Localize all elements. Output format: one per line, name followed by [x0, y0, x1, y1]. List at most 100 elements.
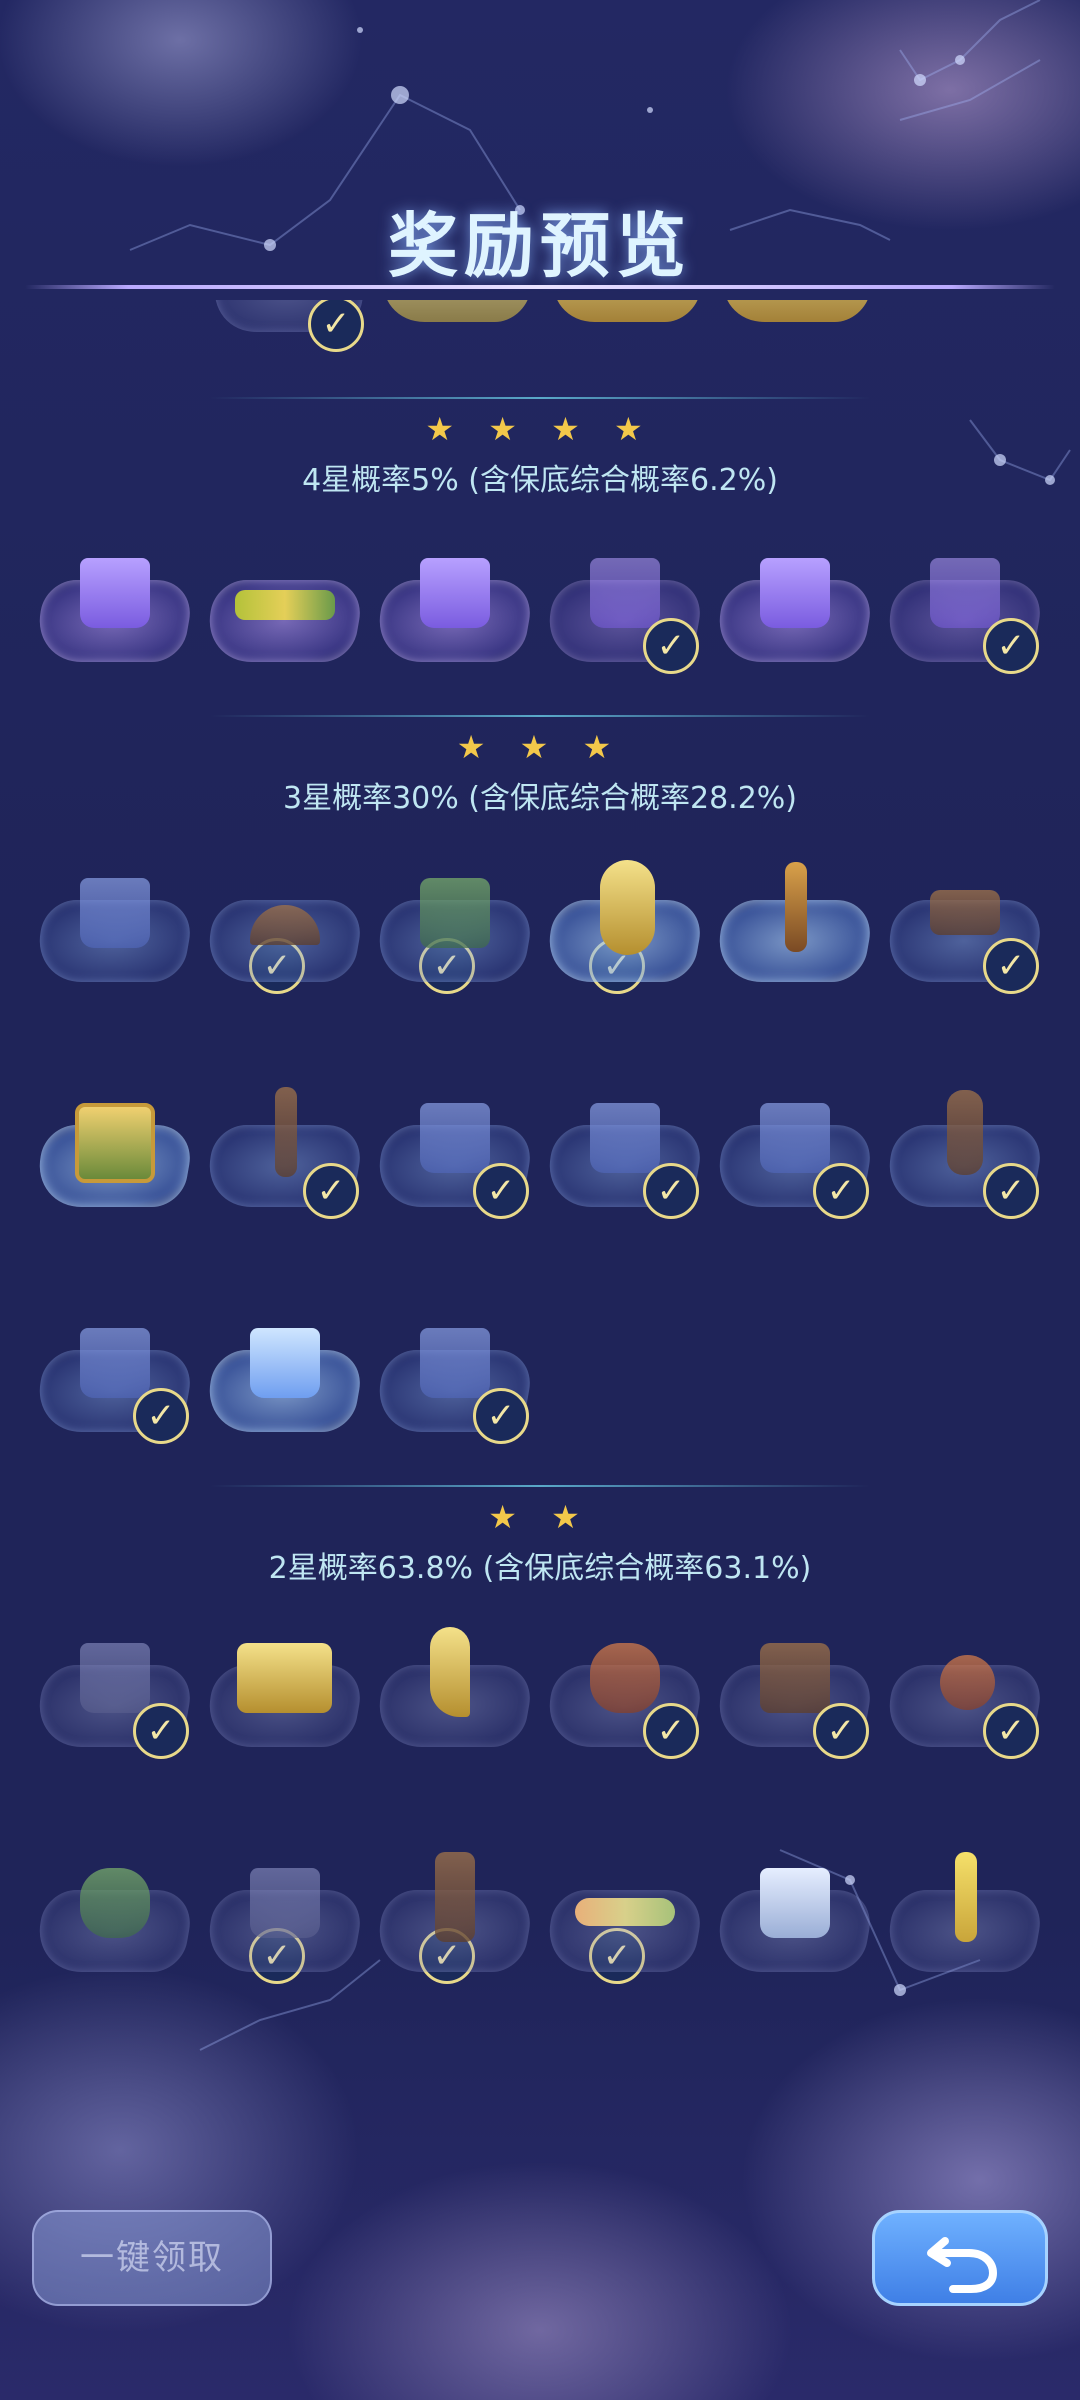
reward-item[interactable]: ✓ — [881, 1090, 1047, 1219]
owned-check-icon: ✓ — [983, 618, 1039, 674]
item-icon — [940, 1655, 995, 1710]
reward-item[interactable]: ✓ — [31, 1860, 305, 1984]
item-box — [80, 1328, 150, 1398]
reward-item[interactable] — [374, 300, 540, 330]
item-box — [760, 558, 830, 628]
owned-check-icon: ✓ — [473, 1163, 529, 1219]
item-plate — [374, 300, 540, 322]
item-icon — [930, 890, 1000, 935]
item-box — [590, 1103, 660, 1173]
reward-item[interactable]: ✓ — [881, 1635, 1047, 1759]
owned-check-icon: ✓ — [303, 1163, 359, 1219]
item-plate — [714, 300, 880, 322]
page-title: 奖励预览 — [388, 205, 692, 287]
reward-item[interactable]: ✓ — [371, 1852, 645, 1984]
item-box — [250, 1868, 320, 1938]
item-icon — [955, 1852, 977, 1942]
item-icon — [75, 1103, 155, 1183]
tier-probability: 4星概率5% (含保底综合概率6.2%) — [302, 463, 778, 498]
item-box — [80, 878, 150, 948]
claim-all-button[interactable]: 一键领取 — [32, 2210, 272, 2306]
reward-item[interactable] — [201, 1320, 367, 1440]
title-underline — [25, 285, 1055, 289]
item-box — [250, 1328, 320, 1398]
owned-check-icon: ✓ — [813, 1703, 869, 1759]
tier-divider — [210, 397, 870, 399]
item-box — [420, 1328, 490, 1398]
item-icon — [760, 1643, 830, 1713]
reward-item[interactable] — [711, 862, 877, 990]
reward-item[interactable] — [711, 550, 877, 670]
tier-stars: ★ ★ ★ ★ — [425, 410, 655, 448]
owned-check-icon: ✓ — [643, 618, 699, 674]
reward-item[interactable]: ✓ — [201, 1087, 367, 1219]
owned-check-icon: ✓ — [643, 1163, 699, 1219]
item-icon — [430, 1627, 470, 1717]
item-icon — [435, 1852, 475, 1942]
reward-item[interactable] — [31, 550, 197, 670]
reward-item[interactable] — [371, 550, 537, 670]
reward-item[interactable]: ✓ — [206, 300, 372, 352]
owned-check-icon: ✓ — [813, 1163, 869, 1219]
item-box — [80, 558, 150, 628]
tier-stars: ★ ★ — [488, 1498, 592, 1536]
item-icon — [947, 1090, 983, 1175]
reward-item[interactable]: ✓ — [881, 870, 1047, 994]
item-icon — [235, 590, 335, 620]
tier-probability: 2星概率63.8% (含保底综合概率63.1%) — [268, 1551, 812, 1586]
reward-item[interactable] — [541, 860, 707, 990]
reward-item[interactable] — [881, 1852, 1047, 1980]
tier-divider — [210, 715, 870, 717]
item-box — [590, 558, 660, 628]
owned-check-icon: ✓ — [133, 1388, 189, 1444]
return-arrow-icon — [927, 2237, 998, 2293]
reward-list[interactable]: ✓ ★ ★ ★ ★ 4星概率5% (含保底综合概率6.2%) ✓ ✓ ★ ★ ★… — [0, 300, 1080, 2020]
reward-item[interactable]: ✓ — [541, 1635, 707, 1759]
item-box — [760, 1103, 830, 1173]
reward-item[interactable]: ✓ — [31, 1635, 197, 1759]
tier-probability: 3星概率30% (含保底综合概率28.2%) — [282, 781, 797, 816]
reward-item[interactable]: ✓ — [31, 870, 305, 994]
reward-item[interactable] — [544, 300, 710, 330]
back-button[interactable] — [872, 2210, 1048, 2306]
tier-divider — [210, 1485, 870, 1487]
reward-item[interactable]: ✓ — [711, 1635, 877, 1759]
item-icon — [575, 1898, 675, 1926]
item-icon — [600, 860, 655, 955]
item-icon — [785, 862, 807, 952]
reward-item[interactable]: ✓ — [31, 1320, 197, 1444]
reward-item[interactable] — [201, 550, 367, 670]
reward-item[interactable]: ✓ — [541, 1095, 707, 1219]
reward-item[interactable]: ✓ — [371, 870, 645, 994]
reward-item[interactable] — [371, 1627, 537, 1755]
item-icon — [420, 878, 490, 948]
reward-item[interactable]: ✓ — [711, 1095, 877, 1219]
owned-check-icon: ✓ — [983, 938, 1039, 994]
reward-item[interactable] — [714, 300, 880, 330]
owned-check-icon: ✓ — [473, 1388, 529, 1444]
item-box — [930, 558, 1000, 628]
item-plate — [544, 300, 710, 322]
reward-item[interactable]: ✓ — [201, 1860, 475, 1984]
owned-check-icon: ✓ — [133, 1703, 189, 1759]
reward-item[interactable]: ✓ — [541, 550, 707, 674]
reward-item[interactable] — [201, 1635, 367, 1755]
item-icon — [275, 1087, 297, 1177]
tier-stars: ★ ★ ★ — [456, 728, 624, 766]
owned-check-icon: ✓ — [643, 1703, 699, 1759]
reward-item[interactable]: ✓ — [371, 1095, 537, 1219]
reward-item[interactable] — [541, 1860, 707, 1980]
reward-item[interactable]: ✓ — [371, 1320, 537, 1444]
item-icon — [80, 1868, 150, 1938]
item-icon — [237, 1643, 332, 1713]
reward-item[interactable] — [711, 1860, 877, 1980]
item-box — [420, 558, 490, 628]
owned-check-icon: ✓ — [308, 300, 364, 352]
item-box — [760, 1868, 830, 1938]
reward-item[interactable]: ✓ — [881, 550, 1047, 674]
owned-check-icon: ✓ — [983, 1703, 1039, 1759]
item-box — [80, 1643, 150, 1713]
owned-check-icon: ✓ — [983, 1163, 1039, 1219]
reward-item[interactable] — [31, 1095, 197, 1215]
reward-item[interactable]: ✓ — [201, 870, 475, 994]
